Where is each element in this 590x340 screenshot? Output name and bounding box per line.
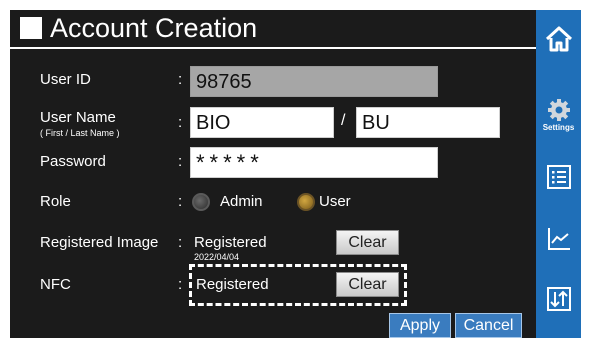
nfc-status: Registered xyxy=(196,276,269,293)
password-colon: : xyxy=(178,153,183,170)
settings-label: Settings xyxy=(542,123,575,132)
role-user-radio[interactable] xyxy=(297,193,315,211)
registered-image-label: Registered Image xyxy=(40,234,159,251)
user-name-sublabel: ( First / Last Name ) xyxy=(40,128,120,138)
name-separator: / xyxy=(341,112,346,129)
clear-image-button[interactable]: Clear xyxy=(336,230,399,255)
chart-icon xyxy=(547,228,570,250)
sidebar-item-list[interactable] xyxy=(536,164,581,190)
account-creation-screen: Account Creation User ID : 98765 User Na… xyxy=(10,10,581,338)
user-id-colon: : xyxy=(178,71,183,88)
registered-image-colon: : xyxy=(178,234,183,251)
sidebar-item-home[interactable] xyxy=(536,26,581,52)
title-divider xyxy=(10,47,536,49)
apply-button[interactable]: Apply xyxy=(389,313,451,338)
user-name-label: User Name xyxy=(40,109,116,126)
user-name-colon: : xyxy=(178,114,183,131)
role-admin-label[interactable]: Admin xyxy=(220,193,263,210)
user-id-label: User ID xyxy=(40,71,91,88)
last-name-input[interactable]: BU xyxy=(356,107,500,138)
clear-nfc-button[interactable]: Clear xyxy=(336,272,399,297)
password-label: Password xyxy=(40,153,106,170)
cancel-button[interactable]: Cancel xyxy=(455,313,522,338)
sidebar-item-chart[interactable] xyxy=(536,226,581,252)
role-user-label[interactable]: User xyxy=(319,193,351,210)
role-colon: : xyxy=(178,193,183,210)
registered-image-status: Registered xyxy=(194,234,267,251)
sort-icon xyxy=(546,287,571,311)
user-id-field: 98765 xyxy=(190,66,438,97)
role-label: Role xyxy=(40,193,71,210)
sidebar-item-sort[interactable] xyxy=(536,286,581,312)
home-icon xyxy=(545,26,572,52)
settings-gear-icon xyxy=(547,99,570,121)
sidebar: Settings xyxy=(536,10,581,338)
nfc-colon: : xyxy=(178,276,183,293)
page-title: Account Creation xyxy=(50,13,258,43)
title-square-icon xyxy=(20,17,42,39)
list-icon xyxy=(546,165,571,189)
first-name-input[interactable]: BIO xyxy=(190,107,334,138)
password-input[interactable]: ***** xyxy=(190,147,438,178)
role-admin-radio[interactable] xyxy=(192,193,210,211)
registered-image-date: 2022/04/04 xyxy=(194,252,240,262)
title-bar: Account Creation xyxy=(10,10,536,49)
sidebar-item-settings[interactable]: Settings xyxy=(536,98,581,132)
nfc-label: NFC xyxy=(40,276,71,293)
